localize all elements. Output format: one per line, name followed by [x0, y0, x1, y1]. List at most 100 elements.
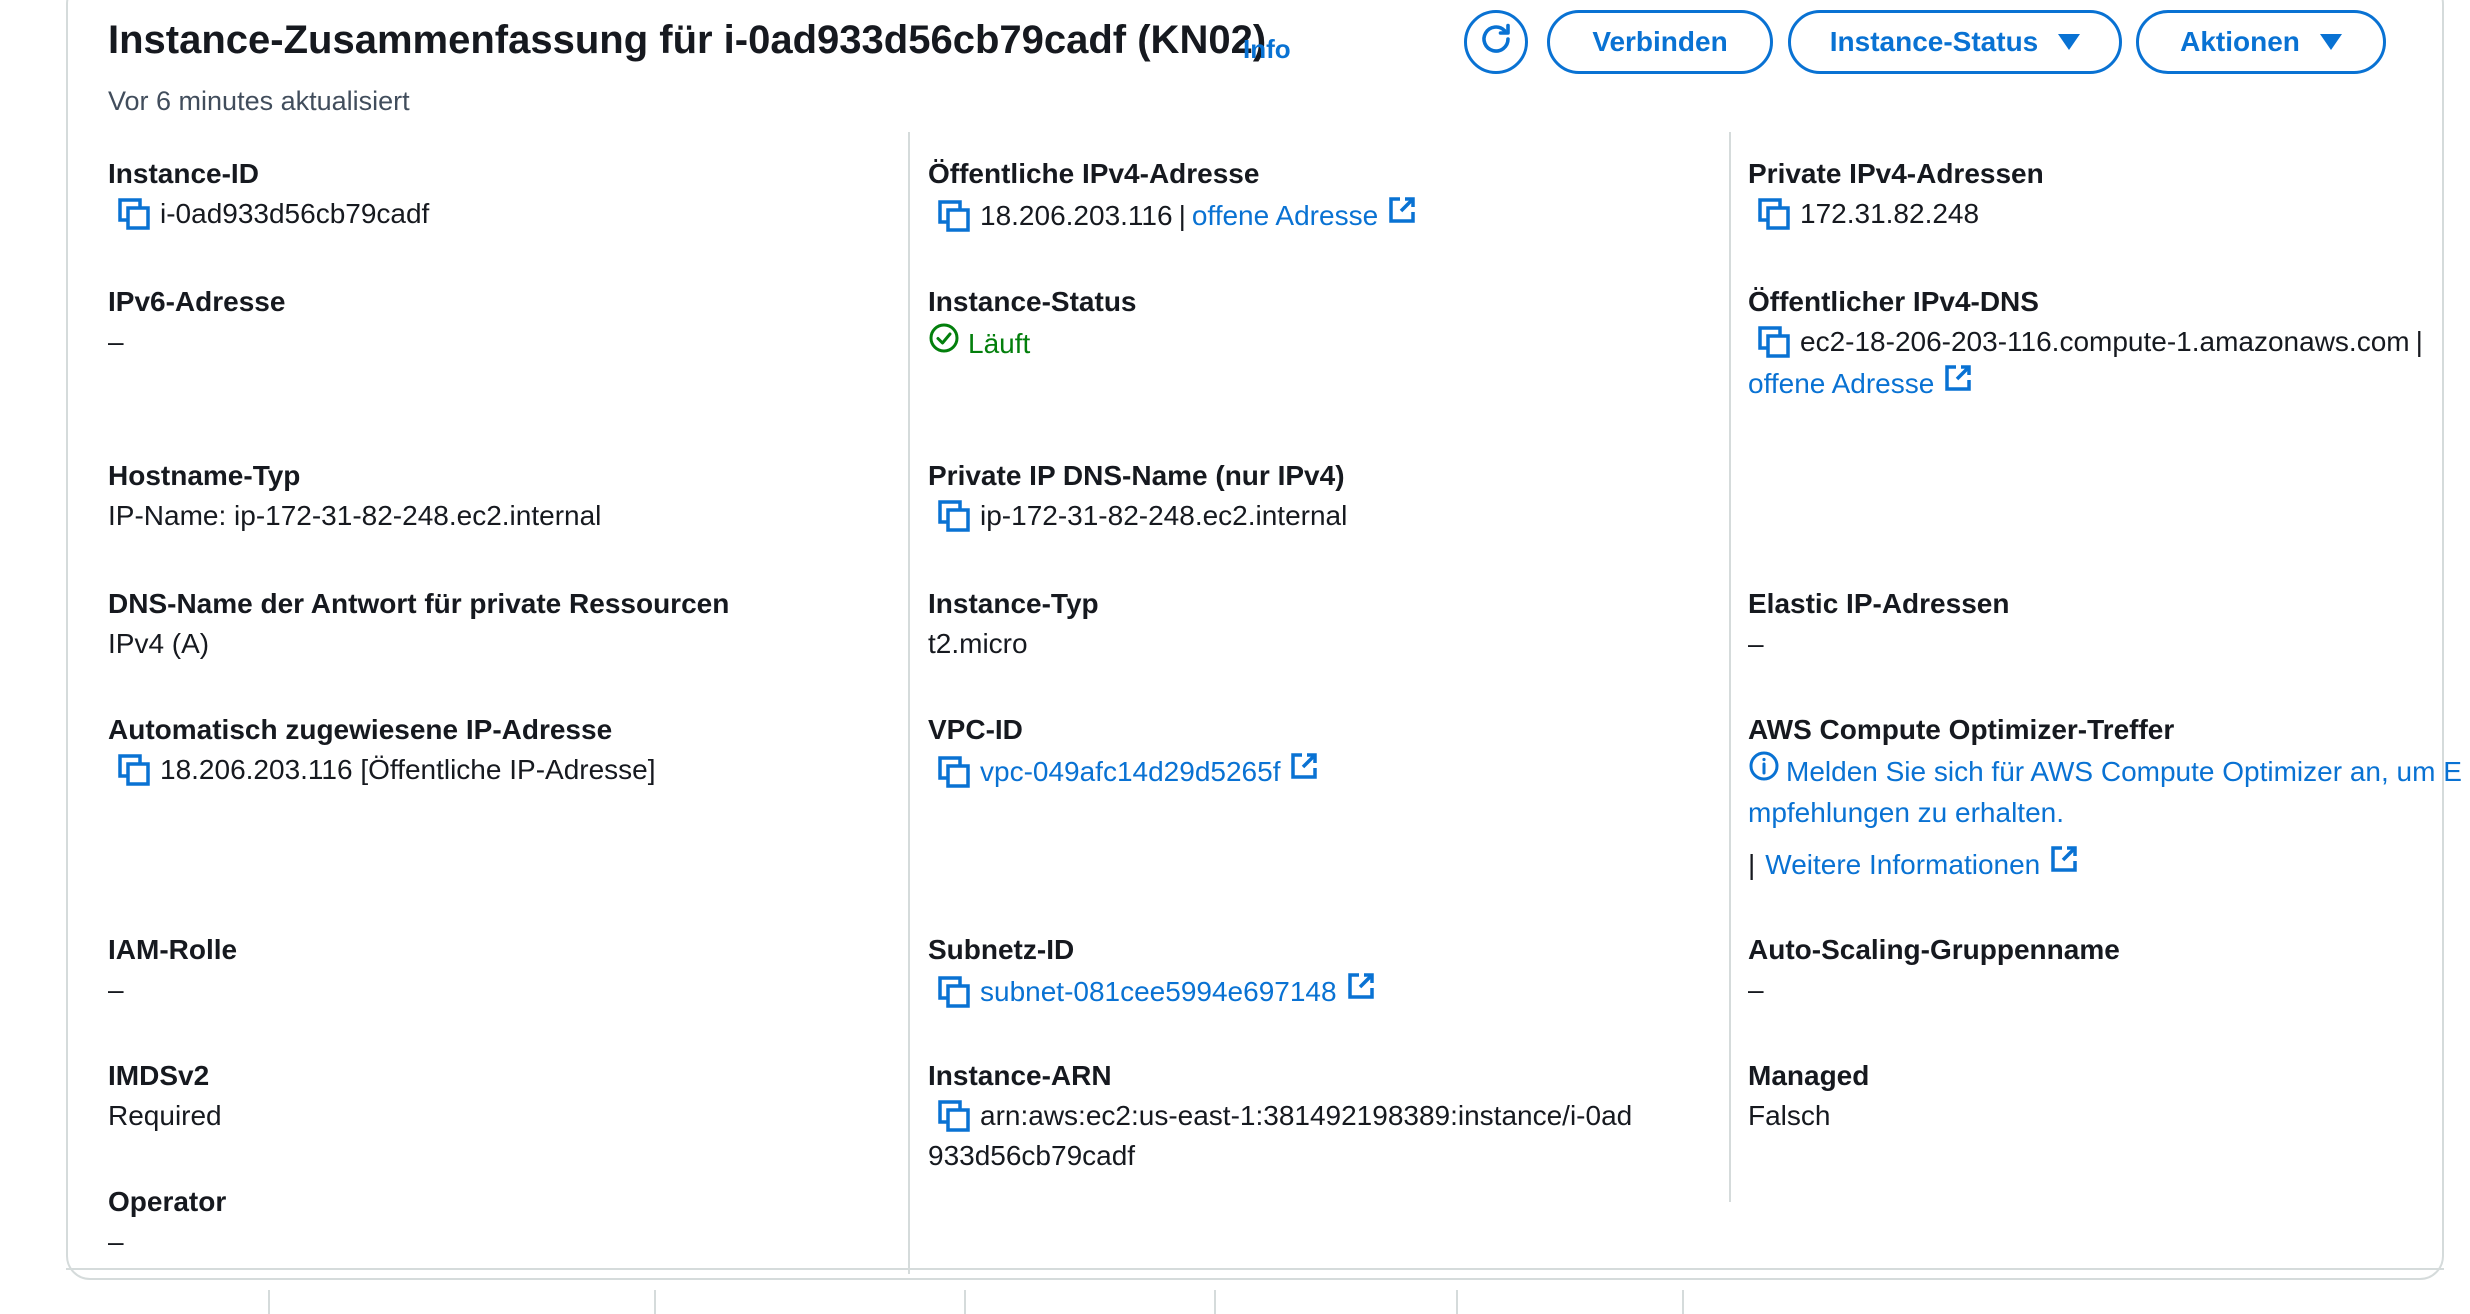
copy-icon[interactable]: [1754, 194, 1794, 234]
dns-answer-value: IPv4 (A): [108, 628, 210, 659]
info-link[interactable]: Info: [1243, 34, 1291, 65]
field-instance-id: Instance-ID i-0ad933d56cb79cadf: [108, 154, 868, 234]
column-divider: [1729, 132, 1731, 1202]
field-iam-role: IAM-Rolle –: [108, 930, 868, 1010]
field-value: Melden Sie sich für AWS Compute Optimize…: [1748, 750, 2470, 793]
ipv6-value: –: [108, 326, 124, 357]
instance-type-value: t2.micro: [928, 628, 1028, 659]
compute-optimizer-optin-link[interactable]: Melden Sie sich für AWS Compute Optimize…: [1786, 752, 2462, 792]
subnet-id-link[interactable]: subnet-081cee5994e697148: [980, 972, 1337, 1012]
operator-value: –: [108, 1226, 124, 1257]
field-managed: Managed Falsch: [1748, 1056, 2470, 1136]
field-label: Private IPv4-Adressen: [1748, 158, 2044, 189]
actions-dropdown[interactable]: Aktionen: [2136, 10, 2386, 74]
field-label: Instance-ARN: [928, 1060, 1112, 1091]
external-link-icon[interactable]: [1345, 970, 1377, 1013]
field-dns-answer: DNS-Name der Antwort für private Ressour…: [108, 584, 868, 664]
connect-button[interactable]: Verbinden: [1547, 10, 1773, 74]
field-value: ec2-18-206-203-116.compute-1.amazonaws.c…: [1748, 322, 2470, 362]
copy-icon[interactable]: [934, 752, 974, 792]
connect-button-label: Verbinden: [1592, 26, 1728, 57]
field-compute-optimizer: AWS Compute Optimizer-Treffer Melden Sie…: [1748, 710, 2470, 886]
field-vpc-id: VPC-ID vpc-049afc14d29d5265f: [928, 710, 1688, 793]
field-label: VPC-ID: [928, 714, 1023, 745]
separator: |: [1748, 848, 1756, 880]
tab-divider: [268, 1290, 270, 1314]
field-value: vpc-049afc14d29d5265f: [928, 750, 1688, 793]
field-public-dns: Öffentlicher IPv4-DNS ec2-18-206-203-116…: [1748, 282, 2470, 405]
open-address-link[interactable]: offene Adresse: [1748, 364, 1934, 404]
field-label: Subnetz-ID: [928, 934, 1075, 965]
vpc-id-link[interactable]: vpc-049afc14d29d5265f: [980, 752, 1280, 792]
actions-dropdown-label: Aktionen: [2180, 26, 2300, 57]
tab-divider: [964, 1290, 966, 1314]
compute-optimizer-optin-link-line2[interactable]: mpfehlungen zu erhalten.: [1748, 793, 2470, 833]
copy-icon[interactable]: [114, 194, 154, 234]
open-address-link[interactable]: offene Adresse: [1192, 196, 1378, 236]
field-private-dns: Private IP DNS-Name (nur IPv4) ip-172-31…: [928, 456, 1688, 536]
field-auto-ip: Automatisch zugewiesene IP-Adresse 18.20…: [108, 710, 868, 790]
field-value: 172.31.82.248: [1748, 194, 2470, 234]
field-subnet-id: Subnetz-ID subnet-081cee5994e697148: [928, 930, 1688, 1013]
field-label: Instance-Status: [928, 286, 1137, 317]
field-hostname-type: Hostname-Typ IP-Name: ip-172-31-82-248.e…: [108, 456, 868, 536]
more-info-link[interactable]: Weitere Informationen: [1765, 845, 2040, 885]
field-label: Auto-Scaling-Gruppenname: [1748, 934, 2120, 965]
field-value: arn:aws:ec2:us-east-1:381492198389:insta…: [928, 1096, 1688, 1136]
copy-icon[interactable]: [934, 196, 974, 236]
public-dns-value: ec2-18-206-203-116.compute-1.amazonaws.c…: [1800, 326, 2410, 357]
instance-state-value: Läuft: [968, 327, 1031, 359]
separator: |: [1178, 199, 1186, 231]
copy-icon[interactable]: [934, 1096, 974, 1136]
field-label: DNS-Name der Antwort für private Ressour…: [108, 588, 730, 619]
field-operator: Operator –: [108, 1182, 868, 1262]
caret-down-icon: [2319, 34, 2342, 50]
field-label: Instance-Typ: [928, 588, 1099, 619]
tab-divider: [1214, 1290, 1216, 1314]
field-label: AWS Compute Optimizer-Treffer: [1748, 714, 2175, 745]
hostname-type-value: IP-Name: ip-172-31-82-248.ec2.internal: [108, 500, 602, 531]
field-instance-state: Instance-Status Läuft: [928, 282, 1688, 365]
refresh-icon: [1478, 21, 1514, 64]
field-instance-arn: Instance-ARN arn:aws:ec2:us-east-1:38149…: [928, 1056, 1688, 1176]
field-ipv6: IPv6-Adresse –: [108, 282, 868, 362]
refresh-button[interactable]: [1464, 10, 1528, 74]
tab-divider: [1456, 1290, 1458, 1314]
iam-role-value: –: [108, 974, 124, 1005]
external-link-icon[interactable]: [1288, 750, 1320, 793]
field-label: Hostname-Typ: [108, 460, 301, 491]
copy-icon[interactable]: [114, 750, 154, 790]
external-link-icon[interactable]: [1942, 362, 1974, 405]
field-label: Private IP DNS-Name (nur IPv4): [928, 460, 1345, 491]
external-link-icon[interactable]: [2048, 843, 2080, 886]
tab-divider: [1682, 1290, 1684, 1314]
field-elastic-ip: Elastic IP-Adressen –: [1748, 584, 2470, 664]
field-label: Öffentlicher IPv4-DNS: [1748, 286, 2039, 317]
field-value: 18.206.203.116 [Öffentliche IP-Adresse]: [108, 750, 868, 790]
asg-name-value: –: [1748, 974, 1764, 1005]
copy-icon[interactable]: [934, 972, 974, 1012]
copy-icon[interactable]: [934, 496, 974, 536]
field-asg-name: Auto-Scaling-Gruppenname –: [1748, 930, 2470, 1010]
instance-state-dropdown[interactable]: Instance-Status: [1788, 10, 2122, 74]
field-value: subnet-081cee5994e697148: [928, 970, 1688, 1013]
field-label: Elastic IP-Adressen: [1748, 588, 2010, 619]
tab-bar-border: [66, 1268, 2444, 1270]
page-title: Instance-Zusammenfassung für i-0ad933d56…: [108, 18, 1267, 62]
field-label: Managed: [1748, 1060, 1870, 1091]
instance-state-dropdown-label: Instance-Status: [1829, 26, 2039, 57]
external-link-icon[interactable]: [1386, 194, 1418, 237]
field-label: Instance-ID: [108, 158, 259, 189]
column-divider: [908, 132, 910, 1274]
last-updated-text: Vor 6 minutes aktualisiert: [108, 86, 410, 116]
field-imdsv2: IMDSv2 Required: [108, 1056, 868, 1136]
auto-ip-value: 18.206.203.116 [Öffentliche IP-Adresse]: [160, 754, 656, 785]
field-label: IPv6-Adresse: [108, 286, 286, 317]
instance-id-value: i-0ad933d56cb79cadf: [160, 198, 430, 229]
copy-icon[interactable]: [1754, 322, 1794, 362]
tab-divider: [654, 1290, 656, 1314]
instance-arn-value-line2: 933d56cb79cadf: [928, 1140, 1136, 1171]
managed-value: Falsch: [1748, 1100, 1831, 1131]
public-ipv4-value: 18.206.203.116: [980, 199, 1173, 231]
separator: |: [2415, 326, 2423, 357]
